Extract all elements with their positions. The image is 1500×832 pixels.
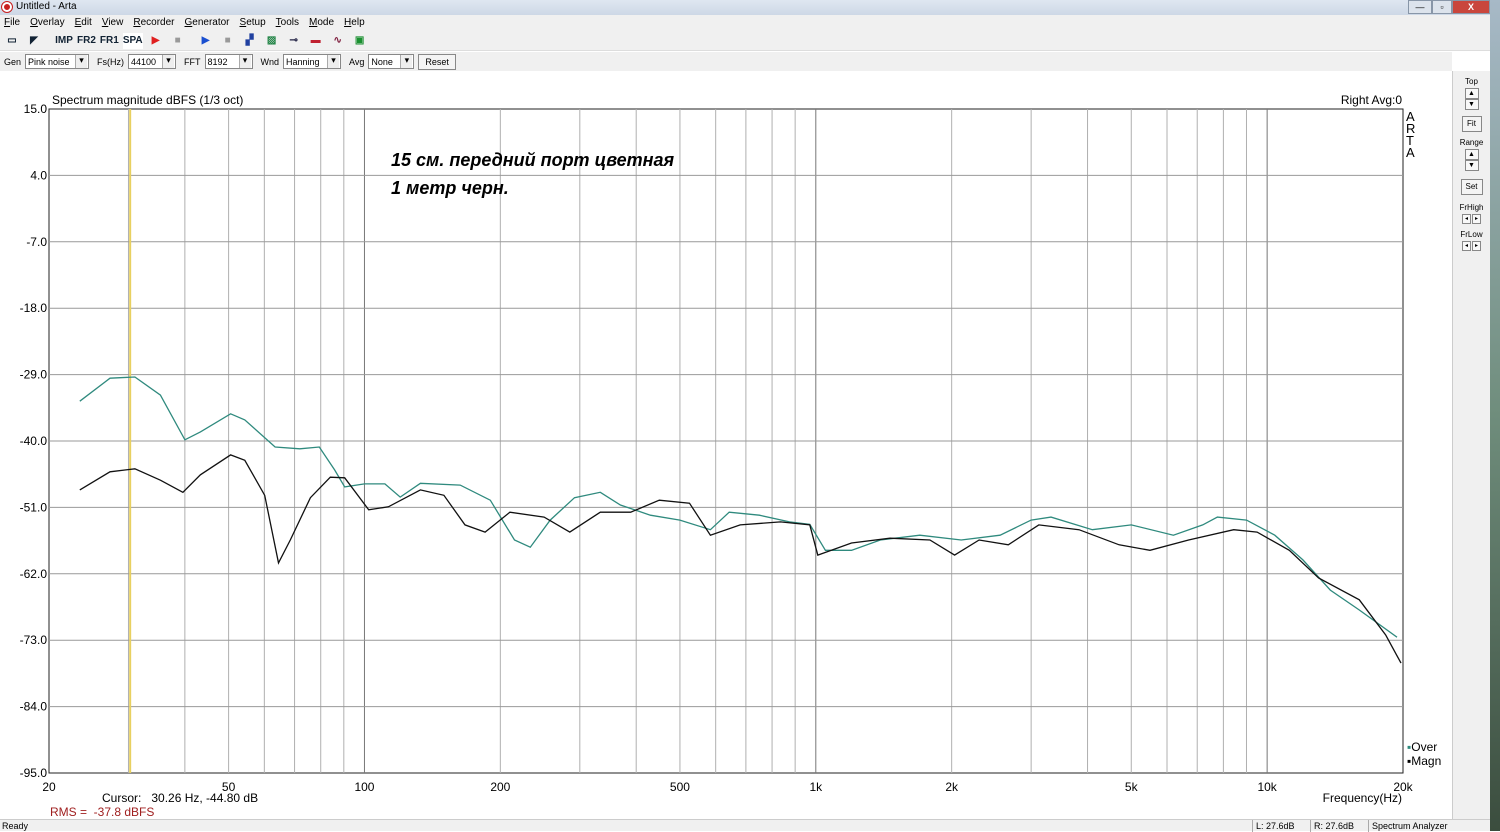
range-label: Range (1459, 138, 1484, 147)
fr1-mode-button[interactable]: FR1 (100, 33, 119, 49)
range-up-button[interactable]: ▲ (1464, 149, 1479, 160)
avg-select[interactable]: None (368, 54, 415, 69)
x-tick-label: 500 (670, 780, 690, 794)
title-bar: Untitled - Arta — ▫ X (0, 0, 1490, 15)
fs-label: Fs(Hz) (97, 56, 125, 67)
generator-select[interactable]: Pink noise (25, 54, 90, 69)
frlow-right-button[interactable]: ▸ (1472, 241, 1481, 251)
frlow-left-button[interactable]: ◂ (1462, 241, 1471, 251)
side-panel: Top ▲ ▼ Fit Range ▲ ▼ Set FrHigh ◂ ▸ FrLo… (1452, 71, 1490, 819)
x-axis-label: Frequency(Hz) (1323, 791, 1402, 805)
y-tick-label: -40.0 (20, 434, 48, 448)
legend-magn: ▪Magn (1407, 754, 1441, 768)
y-tick-label: -95.0 (20, 766, 48, 780)
menu-setup[interactable]: Setup (240, 15, 266, 31)
y-tick-label: -29.0 (20, 368, 48, 382)
status-bar: Ready L: 27.6dB R: 27.6dB Spectrum Analy… (0, 819, 1490, 832)
probe-icon[interactable]: ⊸ (285, 33, 303, 49)
x-tick-label: 10k (1257, 780, 1277, 794)
x-tick-label: 200 (490, 780, 510, 794)
menu-file[interactable]: File (4, 15, 20, 31)
top-up-button[interactable]: ▲ (1464, 88, 1479, 99)
fft-label: FFT (184, 56, 201, 67)
spectrum-mode-button[interactable]: SPA (122, 32, 143, 49)
y-tick-label: -73.0 (20, 633, 48, 647)
close-button[interactable]: X (1452, 0, 1490, 14)
pointer-icon[interactable]: ◤ (25, 33, 43, 49)
cursor-readout: Cursor: 30.26 Hz, -44.80 dB (102, 791, 258, 805)
fr2-mode-button[interactable]: FR2 (77, 33, 96, 49)
scope-icon[interactable]: ▣ (351, 33, 369, 49)
status-mode: Spectrum Analyzer (1368, 820, 1448, 832)
play-icon[interactable]: ▶ (197, 33, 215, 49)
status-ready: Ready (2, 821, 29, 831)
avg-label: Avg (349, 56, 365, 67)
level-icon[interactable]: ▬ (307, 33, 325, 49)
x-tick-label: 2k (945, 780, 959, 794)
fit-button[interactable]: Fit (1461, 116, 1482, 132)
menu-generator[interactable]: Generator (184, 15, 229, 31)
gen-label: Gen (4, 56, 22, 67)
smoothing-icon[interactable]: ▨ (263, 33, 281, 49)
desktop-background (1490, 0, 1500, 831)
svg-text:A: A (1406, 145, 1415, 160)
window-title: Untitled - Arta (16, 1, 77, 12)
x-tick-label: 5k (1125, 780, 1139, 794)
frhigh-label: FrHigh (1459, 203, 1484, 212)
menu-bar: File Overlay Edit View Recorder Generato… (0, 15, 1490, 31)
toolbar: ▭ ◤ IMP FR2 FR1 SPA ▶ ■ ▶ ■ ▞ ▨ ⊸ ▬ ∿ ▣ (0, 31, 1490, 51)
y-tick-label: 4.0 (30, 168, 47, 182)
annotation-line-1: 15 см. передний порт цветная (391, 150, 675, 170)
app-icon (1, 1, 13, 13)
calibrate-icon[interactable]: ▞ (241, 33, 259, 49)
menu-recorder[interactable]: Recorder (133, 15, 174, 31)
window-select[interactable]: Hanning (283, 54, 342, 69)
channel-avg-label: Right Avg:0 (1341, 93, 1402, 107)
record-play-icon[interactable]: ▶ (147, 33, 165, 49)
menu-overlay[interactable]: Overlay (30, 15, 64, 31)
spectrum-chart[interactable]: 15.0 4.0 -7.0 -18.0 -29.0 -40.0 -51.0 -62.0 -73.… (0, 71, 1452, 819)
reset-button[interactable]: Reset (418, 53, 456, 70)
menu-tools[interactable]: Tools (276, 15, 299, 31)
y-tick-label: -62.0 (20, 567, 48, 581)
top-down-button[interactable]: ▼ (1464, 99, 1479, 110)
rms-readout: RMS = -37.8 dBFS (50, 805, 154, 819)
menu-edit[interactable]: Edit (75, 15, 92, 31)
y-tick-label: -7.0 (26, 235, 47, 249)
minimize-button[interactable]: — (1408, 0, 1432, 14)
frhigh-right-button[interactable]: ▸ (1472, 214, 1481, 224)
generator-icon[interactable]: ∿ (329, 33, 347, 49)
range-down-button[interactable]: ▼ (1464, 160, 1479, 171)
set-button[interactable]: Set (1460, 179, 1483, 195)
frlow-label: FrLow (1460, 230, 1483, 239)
window-label: Wnd (260, 56, 280, 67)
legend-over: ▪Over (1407, 740, 1437, 754)
fft-select[interactable]: 8192 (204, 54, 253, 69)
y-tick-label: -84.0 (20, 700, 48, 714)
y-tick-label: -18.0 (20, 301, 48, 315)
frhigh-left-button[interactable]: ◂ (1462, 214, 1471, 224)
new-file-icon[interactable]: ▭ (3, 33, 21, 49)
menu-view[interactable]: View (102, 15, 124, 31)
chart-title: Spectrum magnitude dBFS (1/3 oct) (52, 93, 243, 107)
stop-icon[interactable]: ■ (219, 33, 237, 49)
y-tick-label: -51.0 (20, 500, 48, 514)
x-tick-label: 20 (42, 780, 56, 794)
status-left-level: L: 27.6dB (1252, 820, 1295, 832)
sample-rate-select[interactable]: 44100 (128, 54, 177, 69)
y-tick-label: 15.0 (24, 102, 48, 116)
menu-help[interactable]: Help (344, 15, 365, 31)
annotation-line-2: 1 метр черн. (391, 178, 509, 198)
impulse-mode-button[interactable]: IMP (55, 33, 73, 49)
top-label: Top (1465, 77, 1478, 86)
stop-icon[interactable]: ■ (169, 33, 187, 49)
arta-watermark: ARTA (1406, 109, 1415, 160)
x-tick-label: 100 (354, 780, 374, 794)
parameter-bar: Gen Pink noise Fs(Hz) 44100 FFT 8192 Wnd… (0, 52, 1452, 71)
x-tick-label: 1k (809, 780, 823, 794)
status-right-level: R: 27.6dB (1310, 820, 1354, 832)
menu-mode[interactable]: Mode (309, 15, 334, 31)
maximize-button[interactable]: ▫ (1432, 0, 1452, 14)
